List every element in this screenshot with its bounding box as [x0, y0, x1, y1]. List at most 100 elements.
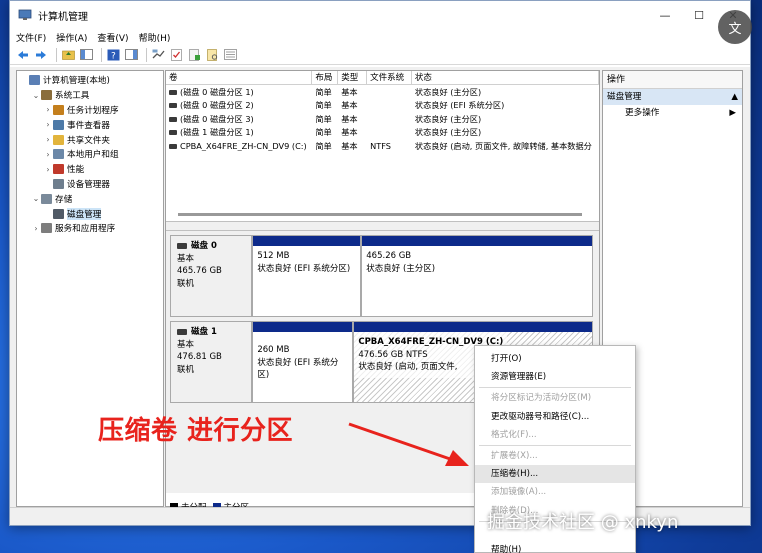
horizontal-scrollbar[interactable] [178, 213, 582, 216]
help-icon[interactable]: ? [106, 48, 120, 62]
tree-expander-icon[interactable]: › [43, 105, 53, 114]
disk-name: 磁盘 1 [191, 327, 217, 337]
tree-item[interactable]: › 任务计划程序 [17, 103, 163, 118]
folder-icon [53, 134, 64, 145]
menu-file[interactable]: 文件(F) [16, 31, 46, 44]
column-header-volume[interactable]: 卷 [166, 71, 313, 84]
context-menu-item[interactable]: 资源管理器(E) [475, 368, 635, 386]
type-cell: 基本 [338, 99, 367, 111]
tree-expander-icon[interactable]: › [43, 150, 53, 159]
disk-drive-icon [177, 328, 187, 335]
tree-item[interactable]: › 本地用户和组 [17, 147, 163, 162]
partition-block[interactable]: 465.26 GB 状态良好 (主分区) [361, 235, 593, 317]
performance-icon [53, 164, 64, 175]
disk-info[interactable]: 磁盘 0 基本 465.76 GB 联机 [170, 235, 253, 317]
tree-item[interactable]: › 事件查看器 [17, 117, 163, 132]
volume-drive-icon [169, 89, 177, 95]
minimize-button[interactable]: — [648, 1, 682, 29]
watermark-text: 掘金技术社区 @ xnkyn [487, 512, 679, 533]
volume-cell: (磁盘 0 磁盘分区 2) [166, 99, 312, 111]
status-cell: 状态良好 (主分区) [412, 86, 599, 98]
context-menu-item: 格式化(F)... [491, 429, 537, 440]
column-header-type[interactable]: 类型 [338, 71, 368, 84]
partition-color-bar [354, 322, 592, 332]
device-icon [53, 178, 64, 189]
context-menu-item[interactable]: 更改驱动器号和路径(C)... [475, 408, 635, 426]
layout-cell: 简单 [312, 126, 338, 138]
cell-text: 基本 [341, 127, 358, 138]
tree-expander-icon[interactable]: ⌄ [31, 194, 41, 203]
tree-item[interactable]: › 共享文件夹 [17, 132, 163, 147]
tree-expander-icon[interactable]: › [31, 224, 41, 233]
tree-item[interactable]: 计算机管理(本地) [17, 73, 163, 88]
volume-cell: CPBA_X64FRE_ZH-CN_DV9 (C:) [166, 141, 312, 151]
context-menu-item[interactable]: 压缩卷(H)... [475, 465, 635, 484]
cell-text: 基本 [341, 100, 358, 111]
cell-text: 状态良好 (EFI 系统分区) [414, 100, 505, 111]
view-options-icon[interactable] [223, 48, 237, 62]
more-actions-item[interactable]: 更多操作 ▶ [603, 105, 742, 121]
volume-row[interactable]: CPBA_X64FRE_ZH-CN_DV9 (C:) 简单 基本 NTFS 状态良好 (… [166, 139, 599, 153]
volume-drive-icon [169, 143, 177, 149]
cell-text: 状态良好 (主分区) [414, 113, 482, 124]
partition-block[interactable]: 512 MB 状态良好 (EFI 系统分区) [252, 235, 362, 317]
disk-row-0: 磁盘 0 基本 465.76 GB 联机 512 MB 状态良好 (EFI 系统… [170, 235, 593, 317]
tree-expander-icon[interactable]: › [43, 165, 53, 174]
partition-color-bar [362, 236, 592, 246]
context-menu-item[interactable]: 打开(O) [475, 350, 635, 368]
properties-icon[interactable] [124, 48, 138, 62]
toolbar-separator [146, 47, 147, 62]
disk-info[interactable]: 磁盘 1 基本 476.81 GB 联机 [170, 321, 253, 403]
volume-table: 卷 布局 类型 文件系统 状态 (磁盘 0 磁盘分区 1) 简单 基本 状态良好 (主… [166, 71, 599, 221]
status-cell: 状态良好 (EFI 系统分区) [412, 99, 599, 111]
new-document-icon[interactable] [187, 48, 201, 62]
partition-block[interactable]: 260 MB 状态良好 (EFI 系统分区) [252, 321, 354, 403]
actions-section-disk-management[interactable]: 磁盘管理 ▲ [603, 89, 742, 105]
tree-item[interactable]: 磁盘管理 [17, 206, 163, 221]
tree-item-label: 任务计划程序 [67, 105, 119, 116]
up-folder-icon[interactable] [61, 48, 75, 62]
back-arrow-icon[interactable] [16, 48, 30, 62]
tree-expander-icon[interactable]: › [43, 135, 53, 144]
search-document-icon[interactable] [205, 48, 219, 62]
tree-expander-icon[interactable]: › [43, 120, 53, 129]
cell-text: 状态良好 (主分区) [414, 127, 482, 138]
column-header-filesystem[interactable]: 文件系统 [367, 71, 412, 84]
column-header-status[interactable]: 状态 [412, 71, 599, 84]
connect-icon[interactable] [151, 48, 165, 62]
menu-help[interactable]: 帮助(H) [139, 31, 171, 44]
tree-item[interactable]: ⌄ 系统工具 [17, 88, 163, 103]
column-header-layout[interactable]: 布局 [312, 71, 339, 84]
tree-item-label: 设备管理器 [67, 179, 110, 190]
volume-row[interactable]: (磁盘 1 磁盘分区 1) 简单 基本 状态良好 (主分区) [166, 126, 599, 140]
tree-item[interactable]: › 性能 [17, 162, 163, 177]
cell-text: (磁盘 0 磁盘分区 3) [180, 113, 254, 124]
volume-cell: (磁盘 0 磁盘分区 1) [166, 86, 312, 98]
menu-action[interactable]: 操作(A) [56, 31, 87, 44]
volume-row[interactable]: (磁盘 0 磁盘分区 3) 简单 基本 状态良好 (主分区) [166, 112, 599, 126]
cell-text: (磁盘 1 磁盘分区 1) [180, 127, 254, 138]
tree-item[interactable]: › 服务和应用程序 [17, 221, 163, 236]
context-menu-item[interactable]: 帮助(H) [475, 541, 635, 553]
pane-splitter[interactable] [166, 221, 599, 231]
toolbar-separator [56, 47, 57, 62]
cell-text: 简单 [315, 86, 332, 97]
menu-separator [479, 444, 631, 446]
checklist-icon[interactable] [169, 48, 183, 62]
annotation-arrow-icon [348, 422, 469, 466]
volume-drive-icon [169, 130, 177, 136]
volume-row[interactable]: (磁盘 0 磁盘分区 2) 简单 基本 状态良好 (EFI 系统分区) [166, 99, 599, 113]
services-icon [41, 223, 52, 234]
tree-item[interactable]: ⌄ 存储 [17, 191, 163, 206]
menu-view[interactable]: 查看(V) [97, 31, 128, 44]
volume-row[interactable]: (磁盘 0 磁盘分区 1) 简单 基本 状态良好 (主分区) [166, 85, 599, 99]
translate-button[interactable]: 文 [718, 10, 752, 44]
status-cell: 状态良好 (主分区) [412, 126, 599, 138]
disk-status: 联机 [177, 278, 195, 289]
submenu-triangle-icon: ▶ [729, 108, 736, 118]
maximize-button[interactable]: ☐ [682, 1, 716, 29]
tree-expander-icon[interactable]: ⌄ [31, 91, 41, 100]
forward-arrow-icon[interactable] [34, 48, 48, 62]
show-hide-tree-icon[interactable] [79, 48, 93, 62]
tree-item[interactable]: 设备管理器 [17, 177, 163, 192]
